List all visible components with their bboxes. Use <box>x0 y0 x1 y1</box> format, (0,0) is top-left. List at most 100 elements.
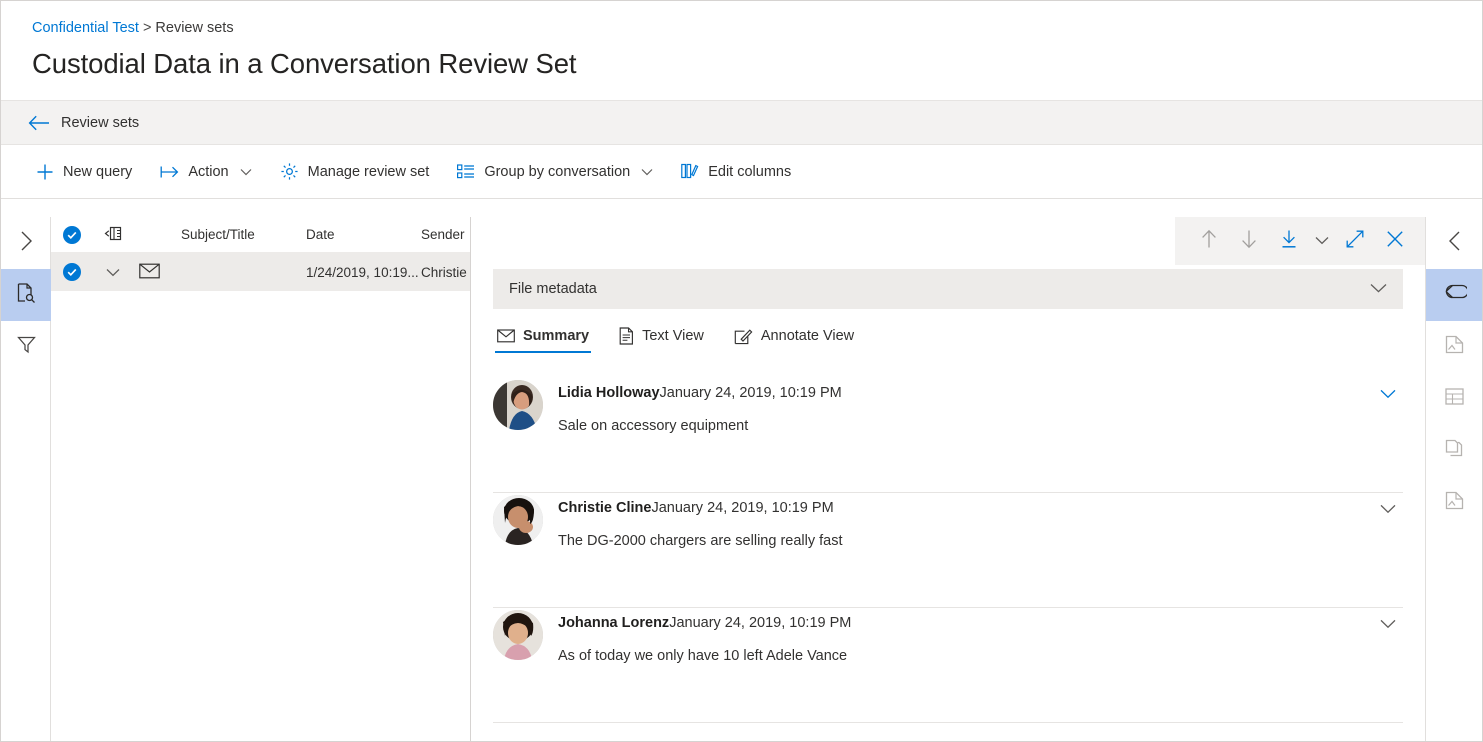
expand-nav-button[interactable] <box>1 217 51 269</box>
arrow-left-icon <box>28 115 50 131</box>
message-body: Johanna LorenzJanuary 24, 2019, 10:19 PM… <box>558 608 1373 666</box>
new-query-label: New query <box>63 163 133 180</box>
review-set-page: Confidential Test > Review sets Custodial … <box>0 0 1483 742</box>
list-item[interactable]: Johanna LorenzJanuary 24, 2019, 10:19 PM… <box>493 608 1403 723</box>
message-heading: Johanna LorenzJanuary 24, 2019, 10:19 PM <box>558 613 1373 633</box>
tab-text-view[interactable]: Text View <box>607 321 716 354</box>
chevron-right-icon <box>18 230 34 257</box>
document-icon <box>619 327 634 345</box>
message-body: Christie ClineJanuary 24, 2019, 10:19 PM… <box>558 493 1373 551</box>
message-sender: Christie Cline <box>558 500 652 516</box>
chevron-down-icon <box>641 168 653 176</box>
expand-diagonal-icon <box>1345 229 1365 254</box>
breadcrumb-root-link[interactable]: Confidential Test <box>32 20 139 36</box>
action-label: Action <box>188 163 229 180</box>
file-image-alt-icon <box>1444 490 1465 516</box>
detail-toolbar <box>471 217 1425 265</box>
edit-columns-icon <box>681 163 699 180</box>
collapse-groups-button[interactable] <box>93 226 133 244</box>
avatar <box>493 610 543 660</box>
page-header: Confidential Test > Review sets Custodial … <box>1 1 1482 82</box>
sender-column-header[interactable]: Sender <box>421 227 470 242</box>
back-bar[interactable]: Review sets <box>1 100 1482 145</box>
mail-icon <box>497 329 515 343</box>
message-preview: As of today we only have 10 left Adele V… <box>558 648 848 664</box>
detail-tabs: Summary Text View Annotate View <box>471 309 1425 354</box>
message-body: Lidia HollowayJanuary 24, 2019, 10:19 PM… <box>558 378 1373 436</box>
filter-pane-button[interactable] <box>1 321 51 373</box>
new-query-button[interactable]: New query <box>26 152 142 192</box>
chevron-down-icon <box>1380 616 1396 634</box>
list-item[interactable]: Lidia HollowayJanuary 24, 2019, 10:19 PM… <box>493 378 1403 493</box>
date-column-header[interactable]: Date <box>306 227 421 242</box>
checkmark-circle-icon <box>63 225 81 244</box>
table-panel-button[interactable] <box>1426 373 1482 425</box>
download-options-button[interactable] <box>1309 221 1335 261</box>
avatar <box>493 380 543 430</box>
list-item[interactable]: Christie ClineJanuary 24, 2019, 10:19 PM… <box>493 493 1403 608</box>
group-by-conversation-button[interactable]: Group by conversation <box>447 152 663 192</box>
detail-pane: File metadata Summary Text View Annotate… <box>471 217 1425 741</box>
expand-button[interactable] <box>1335 221 1375 261</box>
previous-item-button[interactable] <box>1189 221 1229 261</box>
row-type-icon-cell <box>133 263 181 282</box>
message-preview: Sale on accessory equipment <box>558 418 749 434</box>
tab-annotate-view-label: Annotate View <box>760 328 855 344</box>
manage-review-set-button[interactable]: Manage review set <box>270 152 440 192</box>
right-rail <box>1425 217 1482 741</box>
list-header-row: Subject/Title Date Sender <box>51 217 470 253</box>
select-all-checkbox[interactable] <box>51 225 93 244</box>
breadcrumb-separator: > <box>142 20 152 36</box>
file-panel-button[interactable] <box>1426 321 1482 373</box>
arrow-down-icon <box>1240 229 1258 254</box>
mail-icon <box>139 263 160 282</box>
tab-annotate-view[interactable]: Annotate View <box>722 322 866 354</box>
close-button[interactable] <box>1375 221 1415 261</box>
message-heading: Lidia HollowayJanuary 24, 2019, 10:19 PM <box>558 383 1373 403</box>
avatar <box>493 495 543 545</box>
table-row[interactable]: 1/24/2019, 10:19... Christie <box>51 253 470 291</box>
annotate-pen-icon <box>734 328 753 345</box>
message-expand-toggle[interactable] <box>1373 378 1403 404</box>
row-sender: Christie <box>421 264 467 280</box>
message-expand-toggle[interactable] <box>1373 493 1403 519</box>
subject-column-header[interactable]: Subject/Title <box>181 227 306 242</box>
file-image-icon <box>1444 334 1465 360</box>
body-region: Subject/Title Date Sender 1/24/2019, 10:… <box>1 217 1482 741</box>
message-expand-toggle[interactable] <box>1373 608 1403 634</box>
messages-list: Lidia HollowayJanuary 24, 2019, 10:19 PM… <box>471 354 1425 741</box>
manage-review-set-label: Manage review set <box>307 163 430 180</box>
tags-panel-button[interactable] <box>1426 269 1482 321</box>
gear-icon <box>280 162 299 181</box>
page-title: Custodial Data in a Conversation Review … <box>32 48 577 79</box>
action-button[interactable]: Action <box>150 152 261 192</box>
duplicates-panel-button[interactable] <box>1426 425 1482 477</box>
message-sender: Johanna Lorenz <box>558 615 670 631</box>
search-pane-button[interactable] <box>1 269 51 321</box>
download-button[interactable] <box>1269 221 1309 261</box>
row-checkbox[interactable] <box>51 263 93 281</box>
action-arrow-icon <box>160 164 179 180</box>
message-timestamp: January 24, 2019, 10:19 PM <box>651 500 834 516</box>
row-expand-toggle[interactable] <box>93 265 133 280</box>
file-metadata-label: File metadata <box>509 281 597 297</box>
message-sender: Lidia Holloway <box>558 385 660 401</box>
back-bar-label: Review sets <box>61 114 140 131</box>
attachments-panel-button[interactable] <box>1426 477 1482 529</box>
message-timestamp: January 24, 2019, 10:19 PM <box>659 385 842 401</box>
breadcrumb: Confidential Test > Review sets <box>32 19 1482 37</box>
edit-columns-button[interactable]: Edit columns <box>671 152 801 192</box>
close-icon <box>1386 230 1404 253</box>
message-heading: Christie ClineJanuary 24, 2019, 10:19 PM <box>558 498 1373 518</box>
collapse-panel-button[interactable] <box>1426 217 1482 269</box>
tab-summary[interactable]: Summary <box>485 322 601 353</box>
copy-icon <box>1444 438 1465 464</box>
edit-columns-label: Edit columns <box>708 163 792 180</box>
chevron-down-icon <box>1380 501 1396 519</box>
next-item-button[interactable] <box>1229 221 1269 261</box>
breadcrumb-current: Review sets <box>155 20 234 36</box>
file-metadata-bar[interactable]: File metadata <box>493 269 1403 309</box>
chevron-down-icon <box>1315 232 1329 250</box>
tab-text-view-label: Text View <box>642 328 704 344</box>
file-search-icon <box>15 282 37 309</box>
